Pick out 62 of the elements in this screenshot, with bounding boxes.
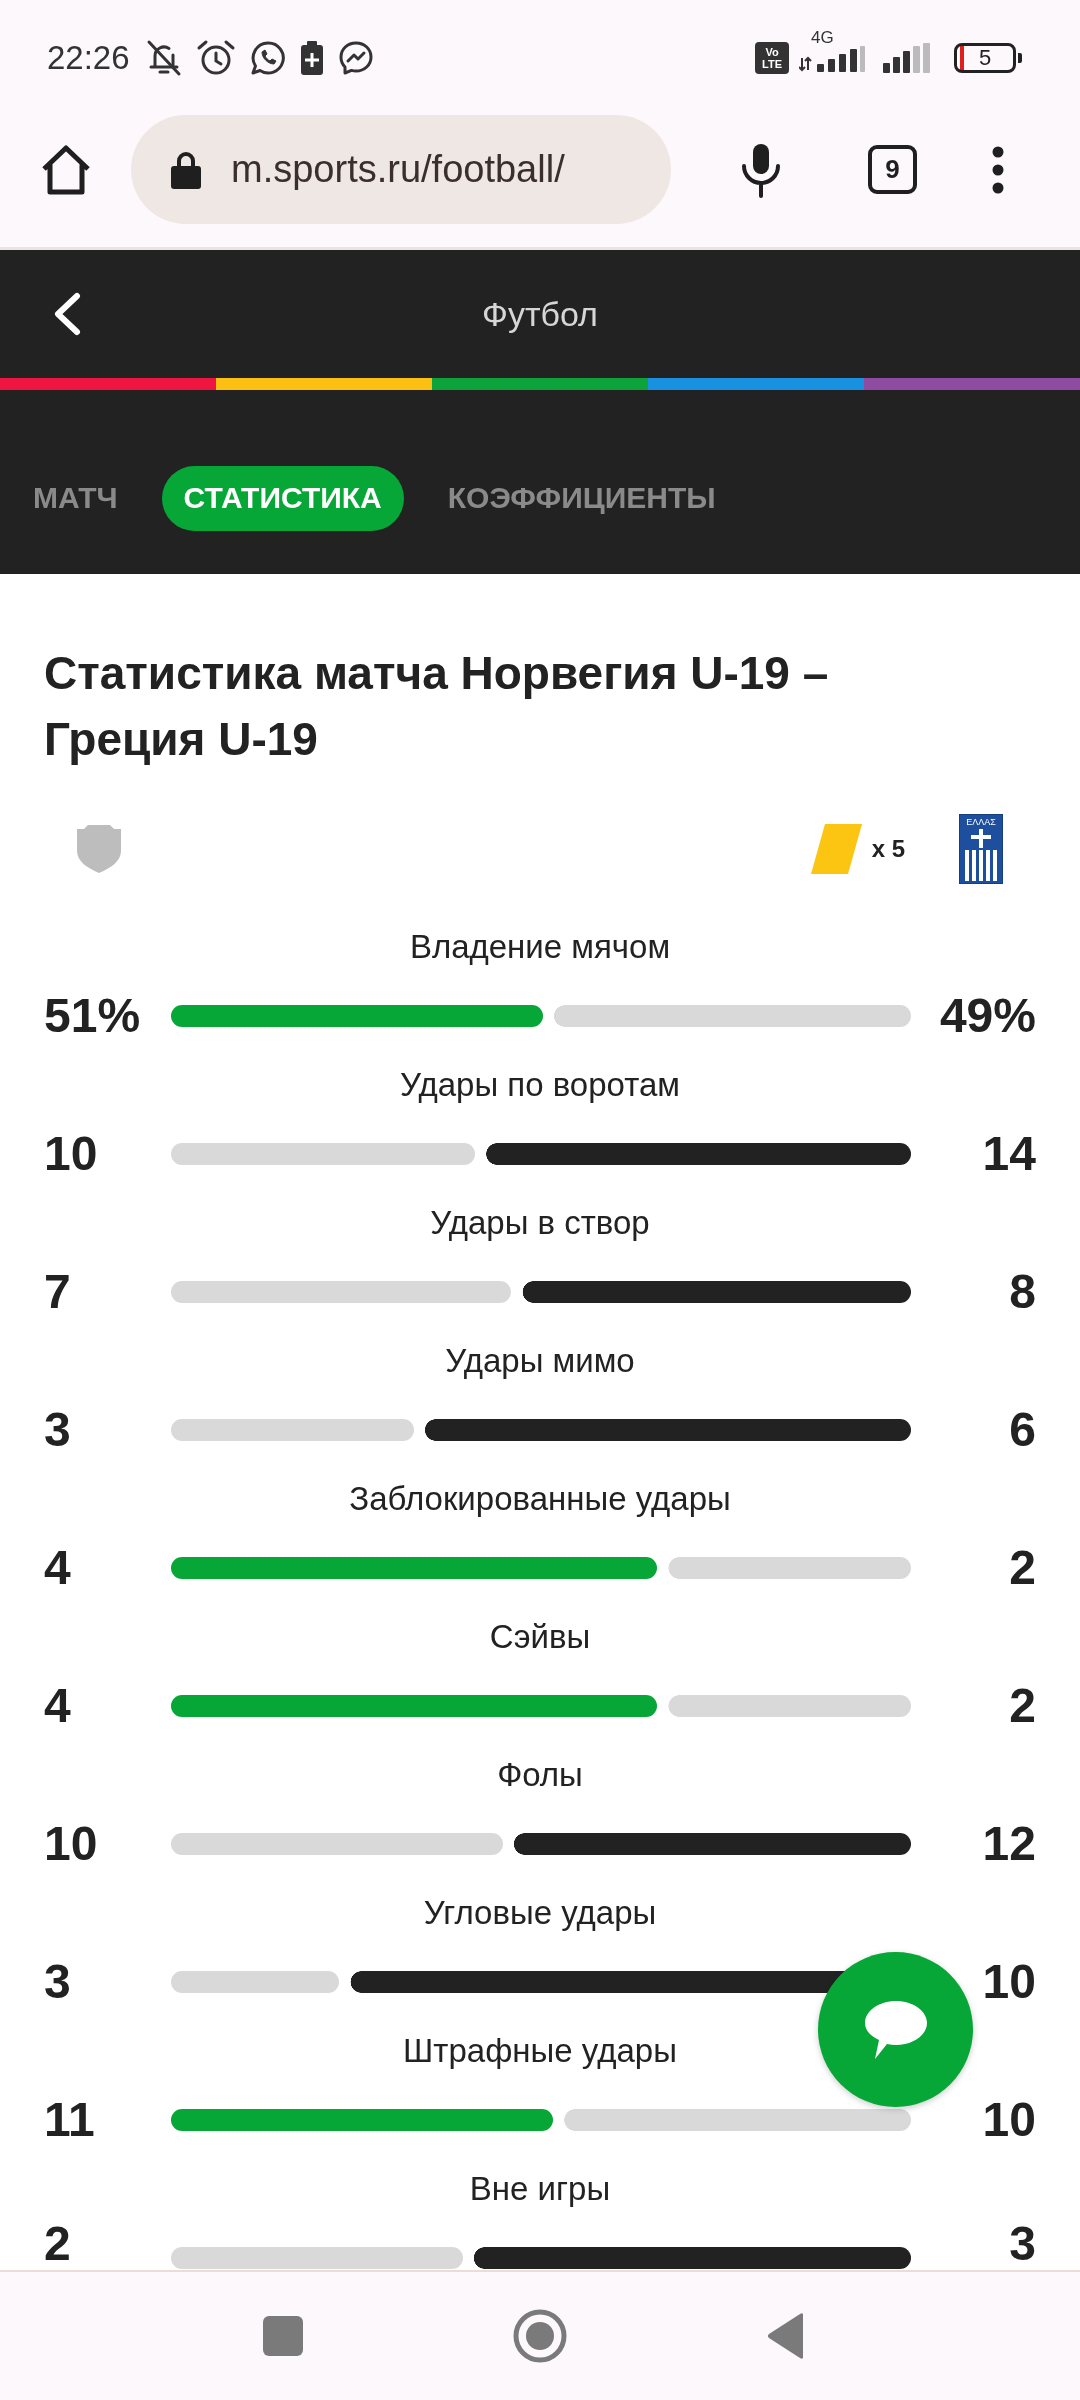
phone-bubble-icon <box>249 39 286 76</box>
lock-icon <box>171 150 201 189</box>
crest-label: ΕΛΛΑΣ <box>966 817 996 827</box>
alarm-clock-icon <box>195 38 236 77</box>
card-icon <box>810 824 862 874</box>
home-value: 2 <box>44 2219 71 2269</box>
away-value: 14 <box>982 1126 1036 1182</box>
network-type: 4G <box>811 29 834 46</box>
volte-badge: Vo LTE <box>755 41 789 74</box>
cross-stripes-icon <box>964 829 998 881</box>
away-value: 12 <box>982 1816 1036 1872</box>
home-value: 7 <box>44 1264 71 1320</box>
card-count: x 5 <box>871 835 905 863</box>
home-value: 10 <box>44 1816 98 1872</box>
away-value: 10 <box>982 2092 1036 2148</box>
stat-label: Удары в створ <box>430 1203 650 1243</box>
home-value: 11 <box>44 2092 95 2148</box>
home-icon[interactable] <box>41 144 91 195</box>
home-value: 3 <box>44 1402 71 1458</box>
away-value: 2 <box>1009 1678 1036 1734</box>
battery-indicator: 5 <box>954 42 1022 73</box>
more-menu-icon[interactable] <box>992 145 1004 194</box>
away-value: 2 <box>1009 1540 1036 1596</box>
tab-switcher-button[interactable]: 9 <box>868 145 917 194</box>
bell-off-icon <box>145 38 182 77</box>
away-value: 8 <box>1009 1264 1036 1320</box>
microphone-icon[interactable] <box>740 141 782 198</box>
away-value: 49% <box>939 988 1036 1044</box>
home-value: 10 <box>44 1126 98 1182</box>
tab[interactable]: СТАТИСТИКА <box>161 465 404 531</box>
status-time: 22:26 <box>47 38 130 77</box>
lightning-bubble-icon <box>337 39 374 76</box>
signal-icon <box>883 42 932 73</box>
tab[interactable]: МАТЧ <box>11 465 140 531</box>
away-value: 6 <box>1009 1402 1036 1458</box>
stat-label: Штрафные удары <box>403 2031 677 2071</box>
tab[interactable]: КОЭФФИЦИЕНТЫ <box>425 465 738 531</box>
battery-plus-icon <box>299 40 324 75</box>
signal-icon <box>799 45 865 72</box>
stat-label: Удары по воротам <box>400 1065 680 1105</box>
speech-bubble-icon <box>862 1998 929 2061</box>
stat-label: Вне игры <box>469 2169 611 2209</box>
away-value: 10 <box>982 1954 1036 2010</box>
stat-label: Фолы <box>497 1755 583 1795</box>
home-value: 3 <box>44 1954 71 2010</box>
back-icon[interactable] <box>767 2313 805 2359</box>
page-title: Футбол <box>482 294 598 334</box>
home-value: 51% <box>44 988 141 1044</box>
stat-label: Владение мячом <box>409 927 671 967</box>
home-value: 4 <box>44 1540 71 1596</box>
stat-label: Заблокированные удары <box>349 1479 731 1519</box>
circle-icon[interactable] <box>513 2309 567 2363</box>
away-value: 3 <box>1009 2219 1036 2269</box>
stat-label: Угловые удары <box>423 1893 657 1933</box>
stat-label: Сэйвы <box>489 1617 591 1657</box>
shield-icon <box>77 825 121 873</box>
url-text: m.sports.ru/football/ <box>231 148 565 191</box>
stat-label: Удары мимо <box>445 1341 635 1381</box>
match-title: Статистика матча Норвегия U-19 – Греция U-19 <box>44 646 830 767</box>
home-value: 4 <box>44 1678 71 1734</box>
address-bar[interactable]: m.sports.ru/football/ <box>131 115 671 224</box>
chevron-left-icon[interactable] <box>52 292 82 336</box>
